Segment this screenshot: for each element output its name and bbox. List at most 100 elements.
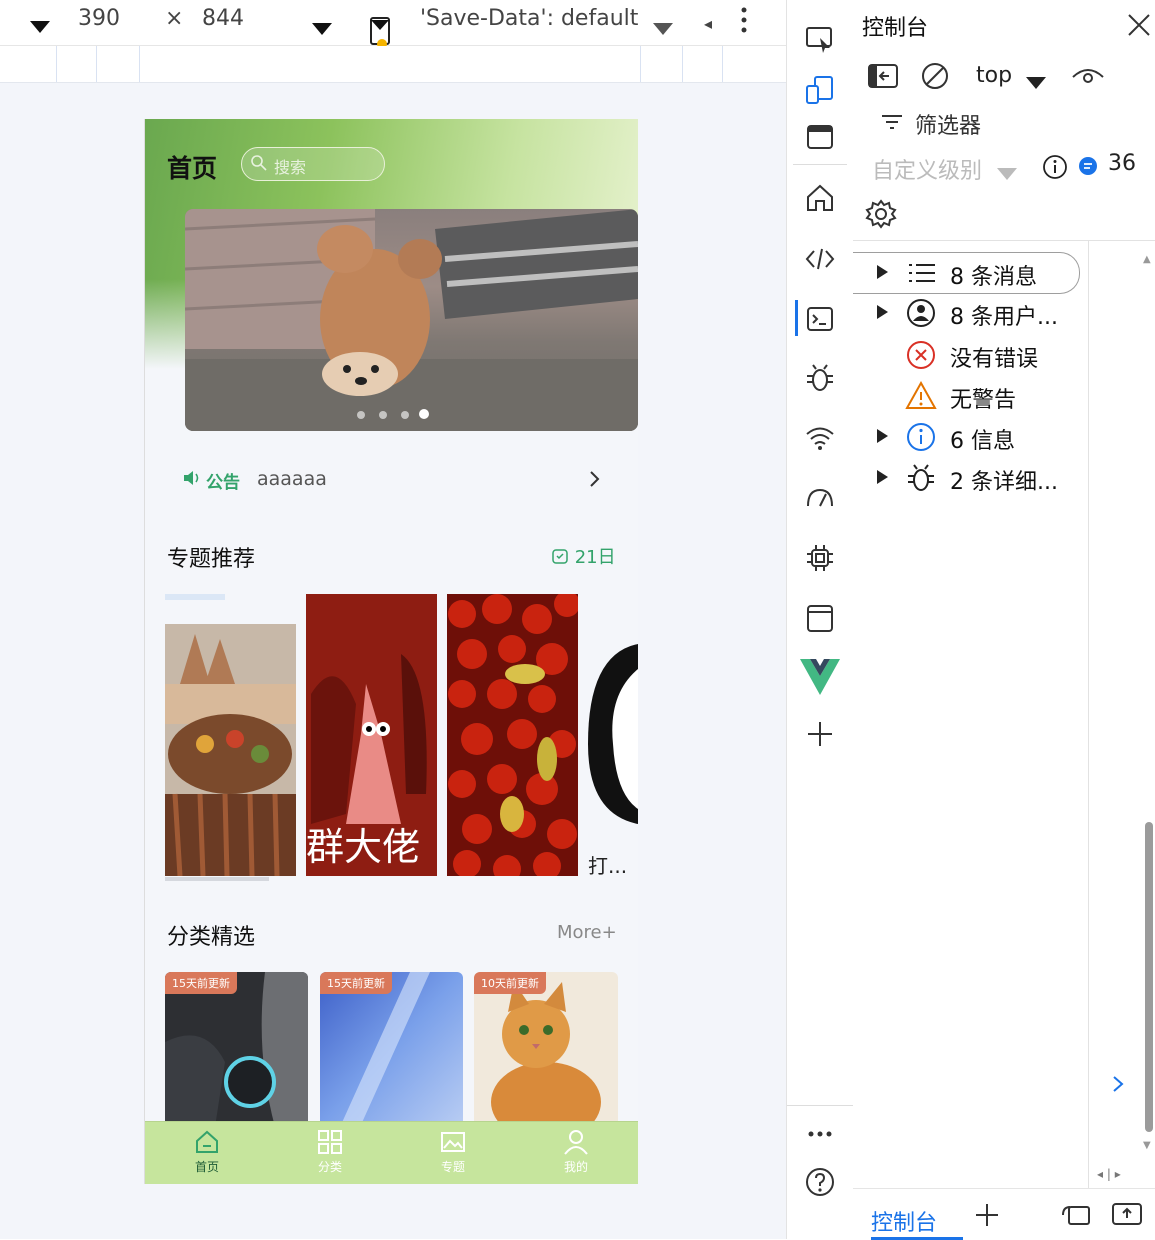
sidebar-item-messages[interactable]: 8 条消息 (853, 252, 1080, 294)
console-icon[interactable] (804, 303, 836, 335)
calendar-icon (552, 549, 568, 564)
scroll-down-icon[interactable]: ▼ (1143, 1140, 1151, 1151)
speaker-icon (184, 471, 199, 485)
more-tools-icon[interactable] (804, 1118, 836, 1150)
user-icon (564, 1130, 588, 1155)
category-card[interactable]: 15天前更新 (320, 972, 463, 1127)
scroll-indicator (165, 877, 269, 881)
carousel-dot[interactable] (357, 411, 365, 419)
update-badge: 10天前更新 (474, 972, 546, 994)
media-query-ruler[interactable] (0, 46, 786, 83)
notice-bar[interactable]: 公告 aaaaaa (145, 459, 638, 499)
dimensions-dropdown-icon[interactable] (30, 14, 50, 39)
sidebar-item-warnings[interactable]: 无警告 (853, 376, 1143, 416)
home-icon (196, 1130, 218, 1153)
sidebar-item-user-messages[interactable]: 8 条用户... (853, 293, 1143, 333)
dock-drawer-icon[interactable] (1060, 1201, 1092, 1229)
banner-carousel[interactable] (185, 209, 638, 431)
vue-devtools-icon[interactable] (800, 659, 840, 695)
home-icon[interactable] (804, 182, 836, 214)
application-icon[interactable] (804, 602, 836, 634)
topic-card[interactable] (447, 594, 578, 876)
categories-section-title: 分类精选 (167, 925, 256, 950)
search-icon (251, 155, 267, 171)
sidebar-item-errors[interactable]: 没有错误 (853, 335, 1143, 375)
banner-image (185, 209, 638, 431)
inspect-element-icon[interactable] (804, 24, 836, 56)
add-tool-icon[interactable] (804, 718, 836, 750)
tab-home[interactable]: 首页 (167, 1128, 247, 1175)
issues-count[interactable]: 36 (1108, 151, 1136, 176)
bug-icon[interactable] (804, 362, 836, 394)
categories-more-link[interactable]: More+ (557, 922, 617, 943)
topic-image (165, 594, 296, 876)
sidebar-item-info[interactable]: 6 信息 (853, 417, 1143, 457)
clear-console-icon[interactable] (920, 61, 950, 91)
topic-image (588, 594, 638, 876)
tab-mine[interactable]: 我的 (536, 1128, 616, 1175)
carousel-dot[interactable] (379, 411, 387, 419)
page-title: 首页 (167, 154, 218, 183)
bottom-tab-bar: 首页 分类 专题 我的 (145, 1121, 638, 1184)
topic-caption: 群大佬 (306, 825, 421, 869)
list-icon (909, 264, 935, 282)
info-icon[interactable] (1042, 154, 1068, 180)
browser-window-icon[interactable] (804, 121, 836, 153)
notice-label: 公告 (206, 473, 240, 493)
topic-image (447, 594, 578, 876)
elements-code-icon[interactable] (804, 243, 836, 275)
scroll-up-icon[interactable]: ▲ (1143, 254, 1151, 265)
search-input[interactable]: 搜索 (241, 147, 385, 181)
zoom-dropdown-icon[interactable] (312, 16, 332, 41)
chevron-right-icon (590, 471, 600, 487)
sidebar-item-label: 2 条详细... (950, 470, 1058, 495)
carousel-dot[interactable] (401, 411, 409, 419)
tab-categories[interactable]: 分类 (290, 1128, 370, 1175)
topic-card[interactable]: 打... (588, 594, 638, 876)
log-levels-dropdown[interactable]: 自定义级别 (872, 153, 982, 185)
sidebar-toggle-icon[interactable] (867, 62, 899, 90)
save-data-dropdown[interactable]: 'Save-Data': default (420, 6, 638, 31)
category-card[interactable]: 15天前更新 (165, 972, 308, 1127)
tab-label: 分类 (317, 1160, 342, 1174)
device-width-value[interactable]: 390 (78, 6, 120, 31)
memory-chip-icon[interactable] (804, 542, 836, 574)
image-icon (441, 1132, 465, 1152)
save-data-chevron-icon[interactable] (653, 16, 673, 41)
category-card[interactable]: 10天前更新 (474, 972, 618, 1127)
carousel-dot-active[interactable] (419, 409, 429, 419)
performance-gauge-icon[interactable] (804, 482, 836, 514)
more-options-icon[interactable] (738, 4, 750, 42)
context-dropdown-icon[interactable] (1026, 74, 1046, 93)
undock-drawer-icon[interactable] (1111, 1201, 1143, 1227)
update-badge: 15天前更新 (320, 972, 392, 994)
filter-icon (882, 115, 902, 129)
context-selector[interactable]: top (976, 63, 1012, 88)
help-icon[interactable] (804, 1166, 836, 1198)
device-height-value[interactable]: 844 (202, 6, 244, 31)
tab-console-drawer[interactable]: 控制台 (871, 1205, 937, 1237)
topic-card[interactable]: 群大佬 (306, 594, 437, 876)
scrollbar-thumb[interactable] (1145, 822, 1153, 1132)
sidebar-item-label: 8 条消息 (950, 265, 1037, 290)
sidebar-item-label: 8 条用户... (950, 305, 1058, 330)
category-image (474, 972, 618, 1127)
device-emulation-icon[interactable] (804, 74, 836, 106)
issues-chat-icon[interactable] (1077, 155, 1099, 177)
close-icon[interactable] (1126, 12, 1152, 38)
sidebar-item-label: 无警告 (950, 388, 1017, 413)
live-expression-eye-icon[interactable] (1071, 65, 1105, 89)
sensor-caret-icon[interactable]: ◂ (704, 14, 712, 33)
topic-card[interactable] (165, 594, 296, 876)
tab-topics[interactable]: 专题 (413, 1128, 493, 1175)
expand-right-icon[interactable] (1111, 1074, 1125, 1094)
topics-date: 21日 (551, 543, 616, 569)
device-toolbar: 390 × 844 'Save-Data': default ◂ (0, 0, 786, 49)
console-settings-gear-icon[interactable] (865, 198, 897, 230)
sidebar-item-verbose[interactable]: 2 条详细... (853, 458, 1143, 498)
horizontal-scroll-icon[interactable]: ◂ | ▸ (1097, 1167, 1121, 1181)
wifi-icon[interactable] (804, 422, 836, 454)
filter-input[interactable]: 筛选器 (915, 108, 981, 140)
levels-chevron-icon[interactable] (997, 165, 1017, 184)
add-drawer-tab-icon[interactable] (973, 1201, 1001, 1229)
